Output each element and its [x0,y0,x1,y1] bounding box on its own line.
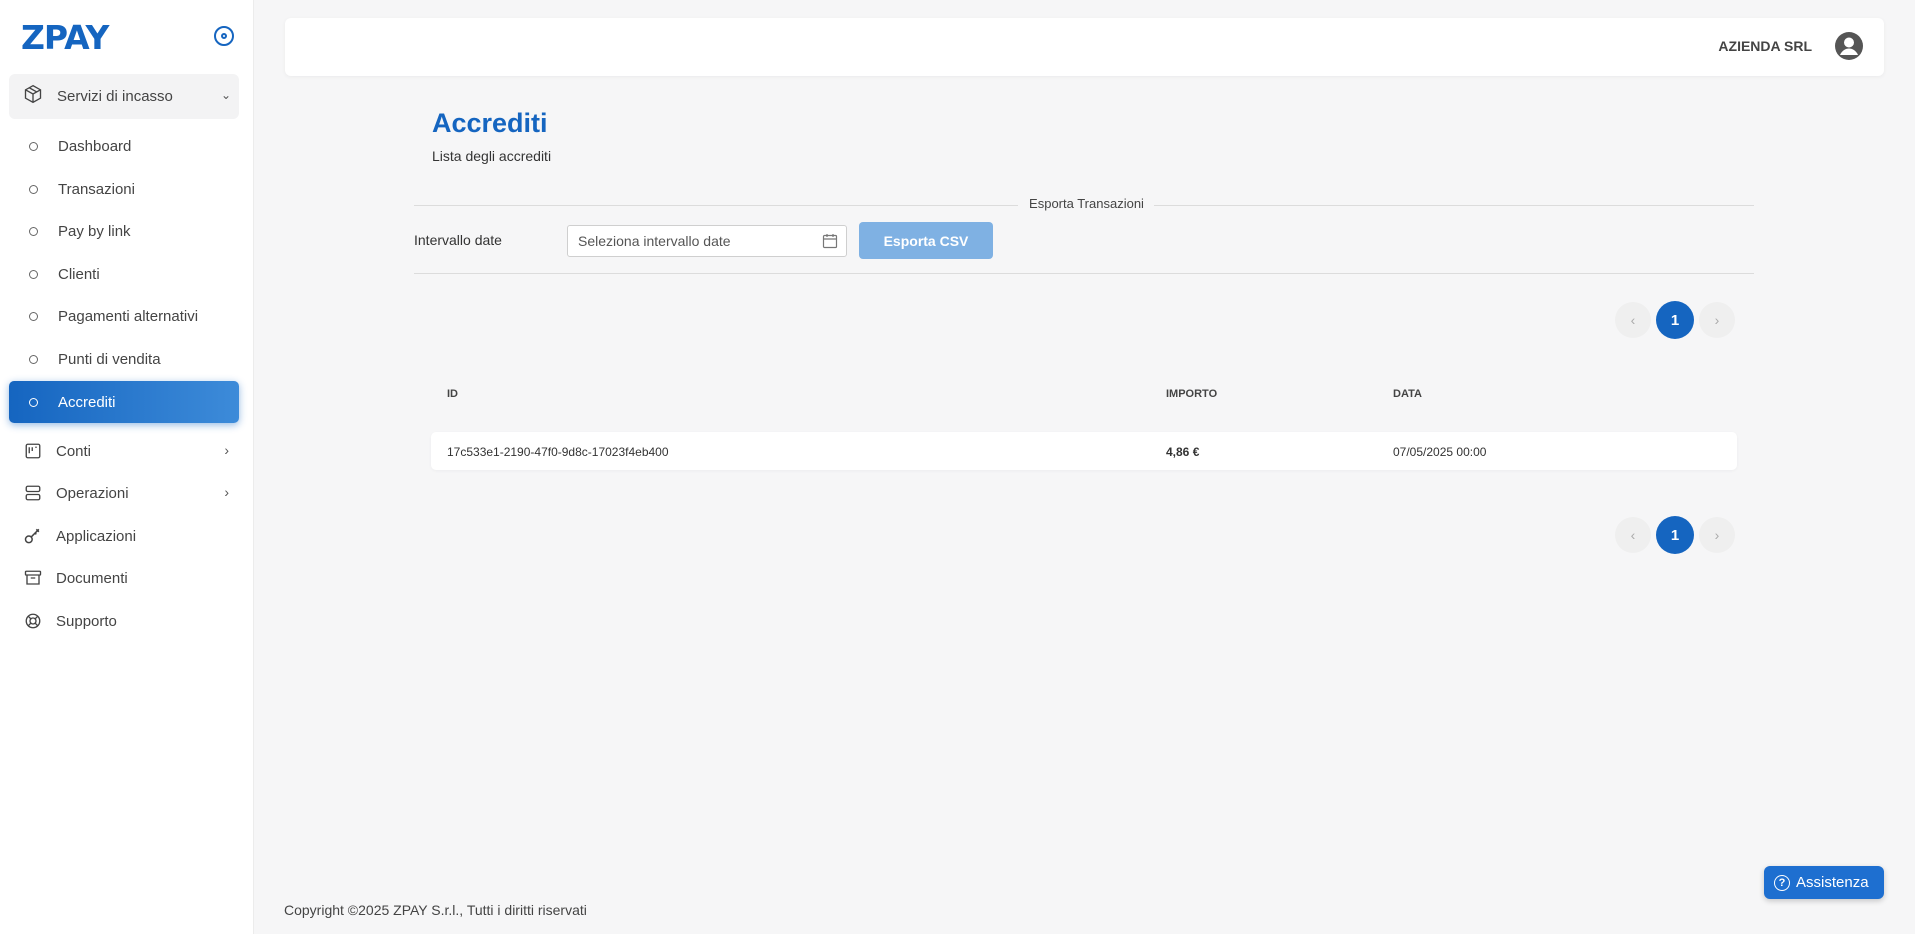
column-header-importo: IMPORTO [1166,388,1218,400]
date-range-label: Intervallo date [414,232,502,248]
row-id: 17c533e1-2190-47f0-9d8c-17023f4eb400 [447,445,669,459]
column-header-data: DATA [1393,388,1422,400]
circle-icon [29,397,38,407]
sidebar-item-label: Conti [56,442,92,460]
sidebar-item-label: Punti di vendita [58,350,161,368]
divider-line [414,273,1754,274]
sidebar-item-label: Documenti [56,569,128,587]
top-bar: AZIENDA SRL [285,18,1884,76]
sidebar-item-label: Dashboard [58,137,132,155]
sidebar-item-label: Pay by link [58,222,131,240]
sidebar-item-label: Pagamenti alternativi [58,307,199,325]
column-header-id: ID [447,388,458,400]
previous-page-button[interactable]: ‹ [1615,517,1651,553]
chevron-right-icon: › [224,484,229,500]
assistenza-button[interactable]: ? Assistenza [1764,866,1884,899]
table-row[interactable]: 17c533e1-2190-47f0-9d8c-17023f4eb400 4,8… [431,432,1737,470]
circle-icon [29,141,38,151]
assistenza-label: Assistenza [1796,874,1869,891]
row-importo: 4,86 € [1166,445,1200,459]
key-icon [23,526,43,546]
circle-icon [29,311,38,321]
sidebar-item-documenti[interactable]: Documenti [9,557,239,599]
sidebar-item-label: Clienti [58,265,100,283]
archive-icon [23,568,43,588]
sidebar-item-operazioni[interactable]: Operazioni › [9,472,239,514]
export-csv-button[interactable]: Esporta CSV [859,222,993,259]
zpay-logo[interactable]: ZPAY [21,18,109,57]
sidebar-item-clienti[interactable]: Clienti [9,253,239,295]
circle-icon [29,226,38,236]
box-icon [23,84,43,109]
sidebar-item-pagamenti-alternativi[interactable]: Pagamenti alternativi [9,295,239,337]
page-subtitle: Lista degli accrediti [432,148,552,164]
help-icon: ? [1774,874,1790,891]
server-icon [23,483,43,503]
row-data: 07/05/2025 00:00 [1393,445,1487,459]
export-section-title: Esporta Transazioni [1029,196,1144,211]
sidebar-item-transazioni[interactable]: Transazioni [9,168,239,210]
sidebar-item-pay-by-link[interactable]: Pay by link [9,210,239,252]
sidebar-item-label: Accrediti [58,393,116,411]
sidebar-item-supporto[interactable]: Supporto [9,600,239,642]
next-page-button[interactable]: › [1699,302,1735,338]
page-1-button[interactable]: 1 [1656,516,1694,554]
user-avatar-icon[interactable] [1834,31,1864,61]
footer-copyright: Copyright ©2025 ZPAY S.r.l., Tutti i dir… [284,902,587,918]
pagination-bottom: ‹ 1 › [1615,516,1735,554]
calendar-icon[interactable] [822,233,838,249]
sidebar-item-conti[interactable]: Conti › [9,430,239,472]
divider-line [414,205,1018,206]
sidebar-item-label: Operazioni [56,484,129,502]
user-name[interactable]: AZIENDA SRL [1718,38,1812,54]
circle-icon [29,184,38,194]
page-title: Accrediti [432,108,548,138]
sidebar-item-punti-di-vendita[interactable]: Punti di vendita [9,338,239,380]
target-icon [221,33,227,39]
sidebar-collapse-button[interactable] [214,26,234,46]
sidebar-item-dashboard[interactable]: Dashboard [9,125,239,167]
sidebar-group-label: Servizi di incasso [57,88,173,105]
sidebar-item-label: Transazioni [58,180,135,198]
sidebar-item-label: Applicazioni [56,527,137,545]
date-range-input[interactable] [567,225,847,257]
board-icon [23,441,43,461]
lifebuoy-icon [23,611,43,631]
divider-line [1154,205,1754,206]
sidebar: ZPAY Servizi di incasso ⌄ Dashboard Tran… [0,0,254,934]
sidebar-group-servizi-di-incasso[interactable]: Servizi di incasso ⌄ [9,74,239,119]
pagination-top: ‹ 1 › [1615,301,1735,339]
next-page-button[interactable]: › [1699,517,1735,553]
circle-icon [29,269,38,279]
page-1-button[interactable]: 1 [1656,301,1694,339]
sidebar-item-accrediti[interactable]: Accrediti [9,381,239,423]
circle-icon [29,354,38,364]
sidebar-item-applicazioni[interactable]: Applicazioni [9,515,239,557]
chevron-right-icon: › [224,442,229,458]
sidebar-item-label: Supporto [56,612,117,630]
previous-page-button[interactable]: ‹ [1615,302,1651,338]
export-section-divider: Esporta Transazioni [414,196,1754,212]
chevron-down-icon: ⌄ [220,88,231,102]
